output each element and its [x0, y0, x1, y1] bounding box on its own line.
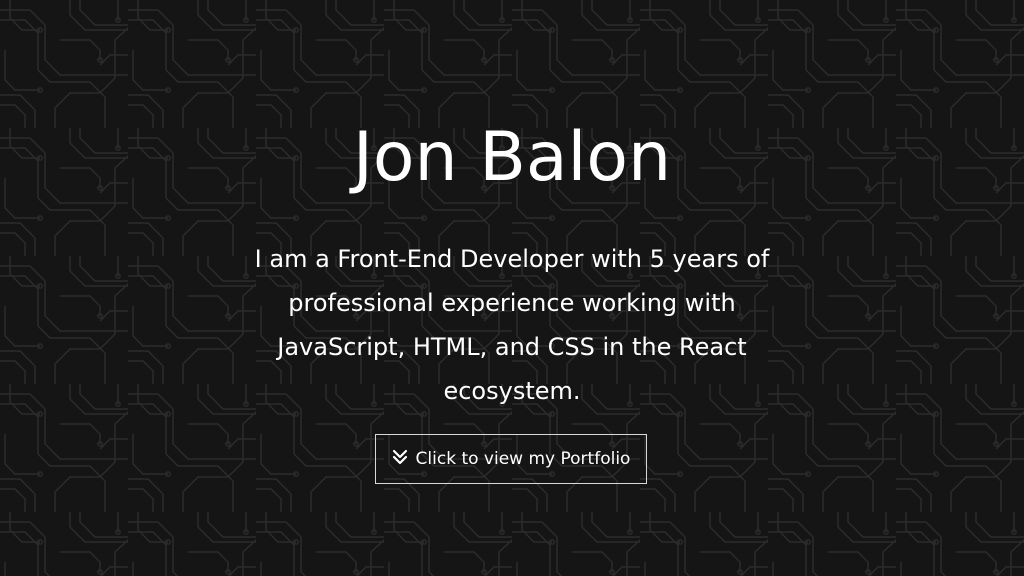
- hero-section: Jon Balon I am a Front-End Developer wit…: [0, 0, 1024, 576]
- hero-name-heading: Jon Balon: [352, 118, 672, 197]
- view-portfolio-label: Click to view my Portfolio: [415, 449, 631, 469]
- hero-bio-text: I am a Front-End Developer with 5 years …: [254, 245, 770, 405]
- view-portfolio-button[interactable]: Click to view my Portfolio: [375, 434, 647, 484]
- double-chevron-down-icon: [392, 449, 407, 465]
- hero-content: Jon Balon I am a Front-End Developer wit…: [0, 0, 1024, 576]
